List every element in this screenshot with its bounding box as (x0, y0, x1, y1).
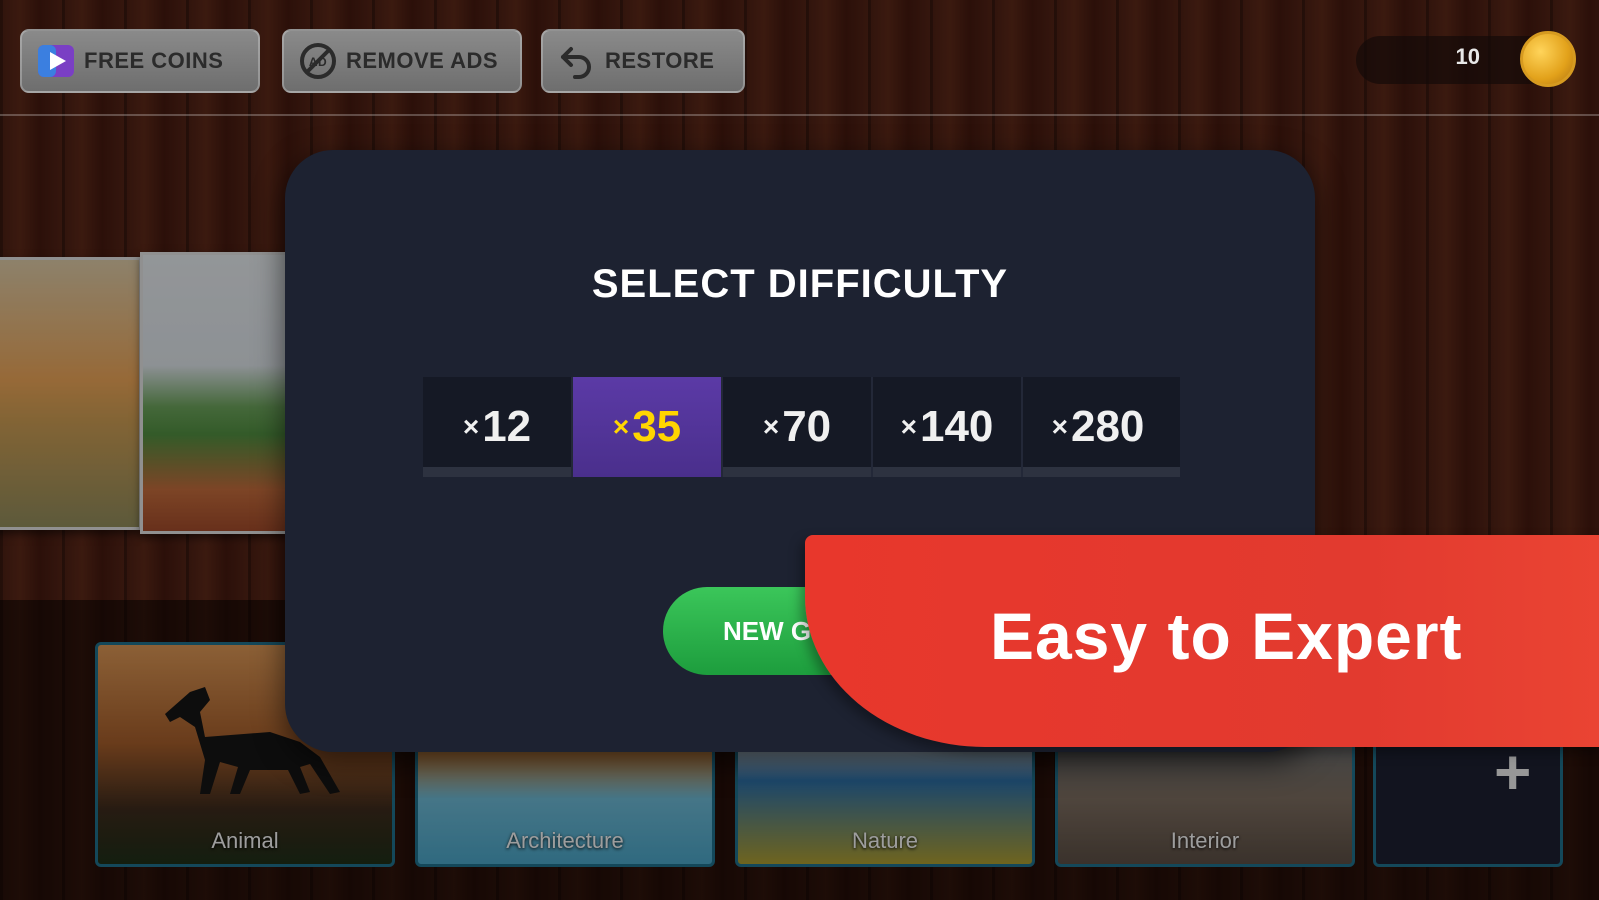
difficulty-options: × 12 × 35 × 70 × 140 × 280 (423, 377, 1180, 477)
free-coins-button[interactable]: FREE COINS (20, 29, 260, 93)
remove-ads-button[interactable]: AD REMOVE ADS (282, 29, 522, 93)
video-play-icon (36, 41, 76, 81)
difficulty-option-35[interactable]: × 35 (573, 377, 723, 477)
difficulty-value: 35 (632, 402, 682, 451)
svg-text:AD: AD (309, 55, 327, 69)
difficulty-option-280[interactable]: × 280 (1023, 377, 1173, 477)
modal-title: SELECT DIFFICULTY (591, 262, 1009, 306)
multiplier-sign: × (612, 411, 630, 442)
restore-label: RESTORE (605, 48, 715, 73)
remove-ads-label: REMOVE ADS (346, 48, 499, 73)
difficulty-value: 280 (1070, 402, 1145, 451)
free-coins-label: FREE COINS (84, 48, 224, 73)
multiplier-sign: × (1051, 411, 1068, 442)
no-ads-icon: AD (298, 41, 338, 81)
difficulty-option-140[interactable]: × 140 (873, 377, 1023, 477)
coin-count: 10 (1455, 44, 1480, 69)
multiplier-sign: × (462, 411, 480, 442)
difficulty-value: 140 (919, 402, 994, 451)
undo-arrow-icon (557, 41, 597, 81)
difficulty-option-70[interactable]: × 70 (723, 377, 873, 477)
difficulty-value: 70 (782, 402, 832, 451)
new-game-label: NEW G (723, 615, 812, 646)
difficulty-option-12[interactable]: × 12 (423, 377, 573, 477)
promo-banner-text: Easy to Expert (990, 599, 1463, 673)
coin-icon[interactable] (1520, 31, 1576, 87)
difficulty-value: 12 (482, 402, 532, 451)
multiplier-sign: × (762, 411, 780, 442)
restore-button[interactable]: RESTORE (541, 29, 745, 93)
multiplier-sign: × (900, 411, 917, 442)
